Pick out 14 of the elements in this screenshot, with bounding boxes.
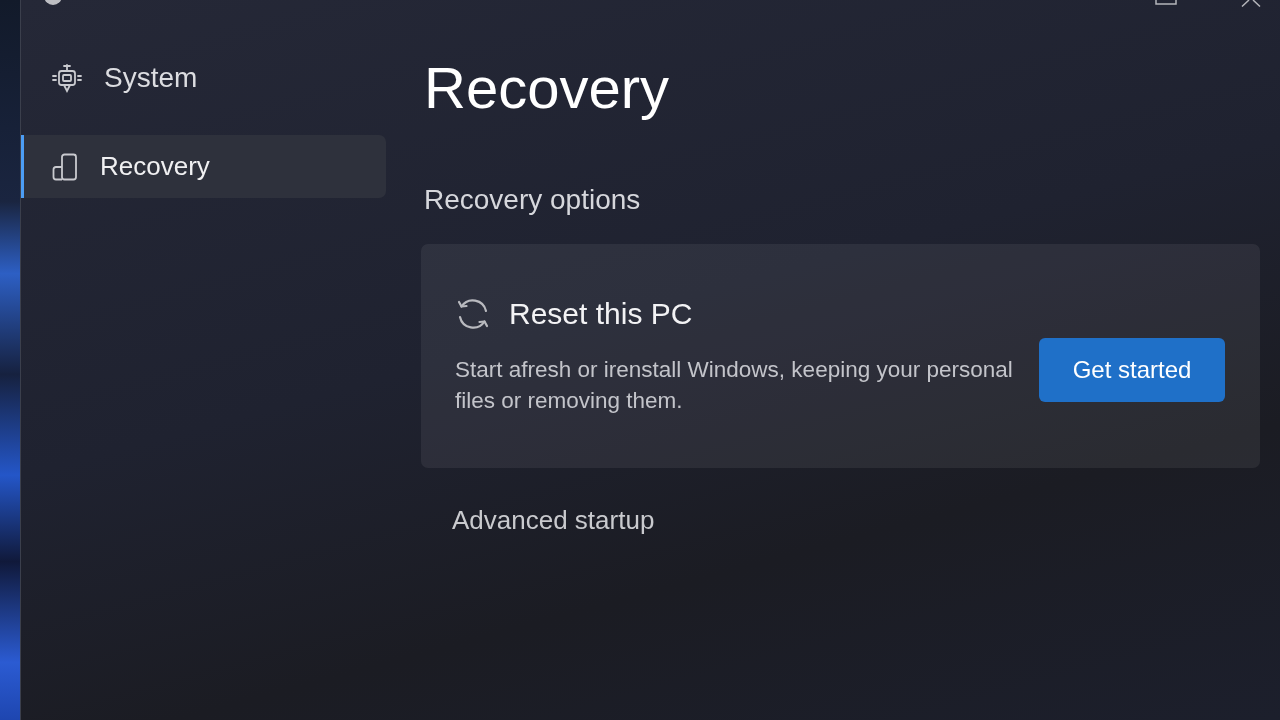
close-icon[interactable] xyxy=(1240,0,1262,7)
get-started-button[interactable]: Get started xyxy=(1039,338,1225,402)
devices-icon xyxy=(52,152,78,181)
sidebar-item[interactable]: Recovery xyxy=(21,135,386,198)
avatar-icon[interactable] xyxy=(44,0,62,5)
refresh-icon xyxy=(455,296,491,332)
sidebar-item[interactable]: System xyxy=(21,54,386,102)
page-title: Recovery xyxy=(424,54,670,122)
chip-icon xyxy=(52,63,82,93)
option-description: Start afresh or irenstall Windows, keeping your personal files or removing them. xyxy=(455,356,1014,415)
maximize-icon[interactable] xyxy=(1155,0,1177,5)
option-title: Reset this PC xyxy=(509,296,693,332)
option-title: Advanced startup xyxy=(452,505,655,536)
section-heading: Recovery options xyxy=(424,183,642,217)
